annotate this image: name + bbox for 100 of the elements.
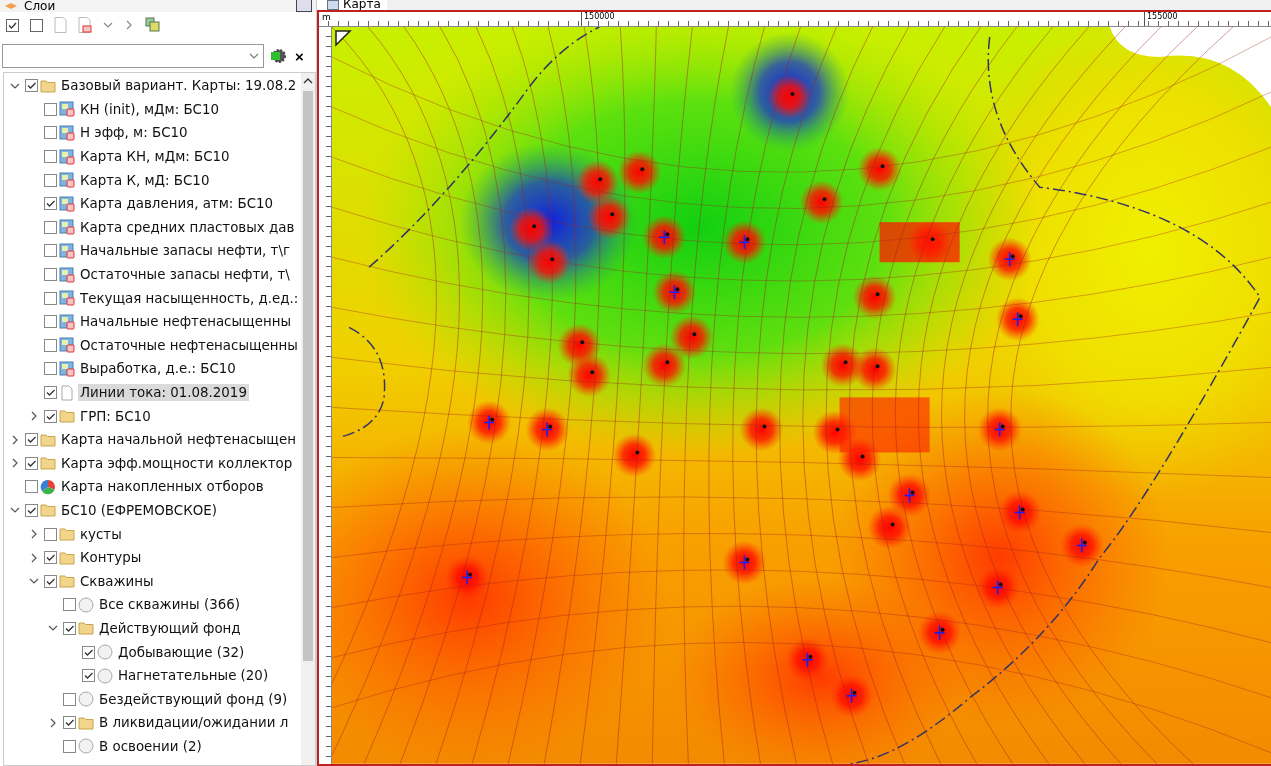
checkbox[interactable] — [82, 645, 95, 659]
map-layer-icon — [59, 266, 75, 283]
chevron-right-icon[interactable] — [29, 529, 39, 540]
chevron-down-icon[interactable] — [249, 51, 259, 61]
checkbox[interactable] — [44, 102, 57, 116]
layer-name[interactable]: Выработка, д.е.: БС10 — [78, 360, 238, 378]
map-layer-icon — [59, 242, 75, 259]
map-layer-icon — [59, 148, 75, 165]
locked-document-icon[interactable] — [78, 17, 92, 33]
checkbox[interactable] — [44, 338, 57, 352]
checkbox[interactable] — [63, 716, 76, 730]
layer-name[interactable]: БС10 (ЕФРЕМОВСКОЕ) — [59, 502, 219, 519]
layer-name[interactable]: В освоении (2) — [97, 737, 204, 755]
chevron-right-icon[interactable] — [10, 434, 20, 445]
checkbox[interactable] — [44, 527, 57, 541]
layer-name[interactable]: Контуры — [78, 549, 144, 567]
ruler-label: 150000 — [581, 12, 615, 27]
circle-icon — [78, 596, 94, 613]
checkbox[interactable] — [63, 621, 76, 635]
checkbox[interactable] — [44, 197, 57, 211]
layer-name[interactable]: Карта начальной нефтенасыщен — [59, 431, 298, 449]
checkbox[interactable] — [44, 409, 57, 423]
chevron-right-icon[interactable] — [29, 552, 39, 563]
gear-icon[interactable] — [270, 48, 286, 64]
checkbox[interactable] — [82, 669, 95, 683]
map-layer-icon — [59, 313, 75, 330]
map-layer-icon — [59, 195, 75, 212]
checkbox[interactable] — [44, 268, 57, 282]
layer-name[interactable]: Начальные нефтенасыщенны — [78, 313, 293, 331]
folder-icon — [59, 409, 75, 424]
checkbox[interactable] — [44, 244, 57, 258]
checkbox[interactable] — [44, 126, 57, 140]
scroll-up-icon[interactable] — [303, 77, 313, 85]
map-layer-icon — [59, 337, 75, 354]
map-layer-icon — [59, 290, 75, 307]
checkbox[interactable] — [63, 598, 76, 612]
chevron-right-icon[interactable] — [124, 20, 134, 30]
document-icon — [59, 384, 75, 401]
pie-chart-icon — [40, 478, 56, 495]
checkbox[interactable] — [25, 480, 38, 494]
layer-name[interactable]: Все скважины (366) — [97, 596, 242, 614]
layer-name[interactable]: Линии тока: 01.08.2019 — [78, 384, 249, 401]
checkbox[interactable] — [44, 291, 57, 305]
circle-icon — [97, 667, 113, 684]
layer-filter-dropdown[interactable] — [2, 44, 264, 68]
layer-name[interactable]: В ликвидации/ожидании л — [97, 714, 291, 732]
check-all-icon[interactable] — [6, 18, 19, 32]
checkbox[interactable] — [44, 315, 57, 329]
layer-name[interactable]: Карта эфф.мощности коллектор — [59, 454, 295, 472]
layer-name[interactable]: Карта накопленных отборов — [59, 478, 266, 496]
checkbox[interactable] — [44, 386, 57, 399]
uncheck-all-icon[interactable] — [30, 18, 43, 32]
chevron-right-icon[interactable] — [48, 717, 58, 728]
checkbox[interactable] — [25, 456, 38, 470]
layer-name[interactable]: ГРП: БС10 — [78, 407, 153, 425]
layer-name[interactable]: Скважины — [78, 572, 156, 590]
checkbox[interactable] — [44, 220, 57, 234]
layers-icon — [4, 2, 18, 12]
layer-name[interactable]: Остаточные нефтенасыщенны — [78, 336, 300, 354]
checkbox[interactable] — [25, 504, 38, 517]
map-tab[interactable]: Карта — [317, 0, 387, 11]
scrollbar[interactable] — [301, 73, 315, 765]
checkbox[interactable] — [25, 79, 38, 93]
checkbox[interactable] — [44, 551, 57, 565]
layer-name[interactable]: Н эфф, м: БС10 — [78, 124, 190, 142]
layer-name[interactable]: Текущая насыщенность, д.ед.: — [78, 289, 301, 307]
folder-icon — [78, 715, 94, 730]
layer-name[interactable]: КН (init), мДм: БС10 — [78, 100, 221, 118]
layer-name[interactable]: Начальные запасы нефти, т\г — [78, 242, 292, 260]
layer-name[interactable]: Карта К, мД: БС10 — [78, 171, 212, 189]
checkbox[interactable] — [63, 692, 76, 706]
checkbox[interactable] — [44, 150, 57, 164]
layer-name[interactable]: кусты — [78, 525, 124, 543]
layer-name[interactable]: Карта КН, мДм: БС10 — [78, 148, 232, 166]
folder-icon — [59, 550, 75, 565]
map-layer-icon — [59, 172, 75, 189]
layer-name[interactable]: Нагнетательные (20) — [116, 667, 271, 685]
chevron-right-icon[interactable] — [10, 458, 20, 469]
circle-icon — [97, 644, 113, 661]
layer-name[interactable]: Карта средних пластовых дав — [78, 218, 297, 236]
layer-name[interactable]: Базовый вариант. Карты: 19.08.2 — [59, 77, 299, 95]
layer-name[interactable]: Бездействующий фонд (9) — [97, 690, 290, 708]
layer-name[interactable]: Карта давления, атм: БС10 — [78, 195, 276, 213]
layers-stack-icon[interactable] — [145, 17, 161, 33]
checkbox[interactable] — [25, 433, 38, 447]
layer-name[interactable]: Добывающие (32) — [116, 643, 247, 661]
checkbox[interactable] — [44, 362, 57, 376]
chevron-right-icon[interactable] — [29, 411, 39, 422]
checkbox[interactable] — [63, 739, 76, 753]
pin-button[interactable] — [296, 0, 312, 12]
layer-name[interactable]: Действующий фонд — [97, 619, 243, 637]
map-layer-icon — [59, 101, 75, 118]
checkbox[interactable] — [44, 173, 57, 187]
folder-icon — [40, 456, 56, 471]
layer-name[interactable]: Остаточные запасы нефти, т\ — [78, 266, 292, 284]
chevron-down-icon[interactable] — [103, 20, 113, 30]
map-layer-icon — [59, 125, 75, 141]
map-layer-icon — [59, 219, 75, 236]
checkbox[interactable] — [44, 574, 57, 588]
close-button[interactable]: × — [292, 47, 307, 65]
